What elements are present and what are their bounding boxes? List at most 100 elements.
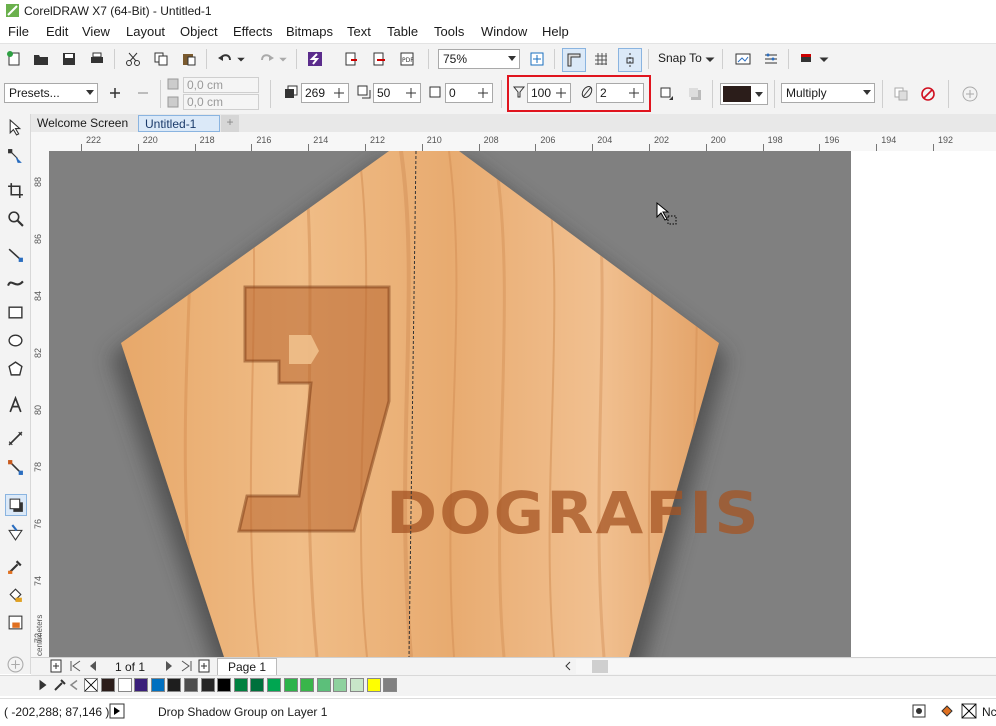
first-page-icon[interactable] [67, 657, 83, 675]
horizontal-scrollbar[interactable] [576, 659, 996, 674]
stepper-icon[interactable] [476, 86, 490, 100]
copy-icon[interactable] [150, 48, 172, 70]
color-swatch[interactable] [300, 678, 315, 692]
redo-icon[interactable] [256, 48, 278, 70]
polygon-tool-icon[interactable] [5, 358, 25, 378]
paste-icon[interactable] [178, 48, 200, 70]
presets-combo[interactable]: Presets... [4, 83, 98, 103]
fill-bucket-icon[interactable] [938, 702, 956, 720]
snap-to-dropdown-icon[interactable] [704, 48, 716, 70]
ellipse-tool-icon[interactable] [5, 330, 25, 350]
color-swatch[interactable] [350, 678, 364, 692]
export-icon[interactable] [368, 48, 390, 70]
shadow-opacity-field[interactable]: 100 [527, 83, 571, 103]
y-position-field[interactable]: 0,0 cm [183, 94, 259, 110]
menu-effects[interactable]: Effects [233, 24, 273, 39]
launcher-dropdown-icon[interactable] [818, 48, 830, 70]
add-tool-icon[interactable] [5, 654, 25, 674]
stepper-icon[interactable] [332, 86, 346, 100]
color-swatch[interactable] [267, 678, 281, 692]
add-page-before-icon[interactable] [47, 657, 65, 675]
stepper-icon[interactable] [404, 86, 418, 100]
menu-edit[interactable]: Edit [46, 24, 68, 39]
zoom-level-combo[interactable]: 75% [438, 49, 520, 69]
last-page-icon[interactable] [179, 657, 195, 675]
options-icon[interactable] [760, 48, 782, 70]
tab-welcome-screen[interactable]: Welcome Screen [31, 115, 137, 132]
artistic-media-tool-icon[interactable] [5, 273, 25, 293]
feathering-edges-icon[interactable] [684, 83, 706, 105]
color-swatch[interactable] [250, 678, 265, 692]
welcome-screen-icon[interactable] [732, 48, 754, 70]
no-fill-icon[interactable] [960, 702, 978, 720]
color-swatch[interactable] [184, 678, 198, 692]
application-launcher-icon[interactable] [796, 48, 818, 70]
scrollbar-thumb[interactable] [592, 660, 608, 673]
menu-tools[interactable]: Tools [434, 24, 464, 39]
menu-object[interactable]: Object [180, 24, 218, 39]
color-swatch[interactable] [134, 678, 149, 692]
clear-shadow-icon[interactable] [917, 83, 939, 105]
cut-icon[interactable] [122, 48, 144, 70]
horizontal-ruler[interactable]: 222 220 218 216 214 212 210 208 206 204 202 200 198 1… [31, 132, 996, 152]
zoom-fit-icon[interactable] [526, 48, 548, 70]
color-swatch[interactable] [366, 678, 381, 692]
menu-help[interactable]: Help [542, 24, 569, 39]
feathering-direction-icon[interactable] [656, 83, 678, 105]
color-swatch[interactable] [200, 678, 215, 692]
undo-dropdown-icon[interactable] [236, 48, 246, 70]
palette-scroll-left-icon[interactable] [68, 675, 80, 695]
menu-window[interactable]: Window [481, 24, 527, 39]
parallel-dimension-tool-icon[interactable] [5, 428, 25, 448]
blend-mode-combo[interactable]: Multiply [781, 83, 875, 103]
x-position-field[interactable]: 0,0 cm [183, 77, 259, 93]
copy-shadow-properties-icon[interactable] [890, 83, 912, 105]
document-color-settings-icon[interactable] [910, 702, 928, 720]
drawing-canvas[interactable]: DOGRAFIS [49, 151, 996, 657]
snap-to-label[interactable]: Snap To [658, 51, 702, 65]
shadow-fade-field[interactable]: 0 [445, 83, 493, 103]
publish-pdf-icon[interactable]: PDF [396, 48, 418, 70]
menu-table[interactable]: Table [387, 24, 418, 39]
color-swatch[interactable] [167, 678, 182, 692]
menu-bitmaps[interactable]: Bitmaps [286, 24, 333, 39]
zoom-tool-icon[interactable] [5, 208, 25, 228]
remove-preset-icon[interactable] [132, 82, 154, 104]
text-tool-icon[interactable] [5, 394, 25, 414]
crop-tool-icon[interactable] [5, 180, 25, 200]
show-grid-icon[interactable] [590, 48, 612, 70]
menu-layout[interactable]: Layout [126, 24, 165, 39]
drop-shadow-tool-icon[interactable] [5, 494, 27, 516]
palette-menu-icon[interactable] [36, 675, 50, 695]
color-eyedropper-tool-icon[interactable] [5, 556, 25, 576]
undo-icon[interactable] [214, 48, 236, 70]
add-preset-icon[interactable] [104, 82, 126, 104]
color-swatch[interactable] [150, 678, 165, 692]
save-icon[interactable] [58, 48, 80, 70]
color-swatch[interactable] [101, 678, 115, 692]
tab-untitled-1[interactable]: Untitled-1 [138, 115, 220, 132]
import-icon[interactable] [340, 48, 362, 70]
vertical-ruler[interactable]: centimeters 88 86 84 82 80 78 76 74 72 [31, 151, 50, 657]
add-toolbar-item-icon[interactable] [959, 83, 981, 105]
interactive-fill-tool-icon[interactable] [5, 584, 25, 604]
color-swatch[interactable] [117, 678, 132, 692]
shadow-distance-field[interactable]: 50 [373, 83, 421, 103]
new-tab-button[interactable]: + [221, 115, 239, 132]
new-document-icon[interactable] [3, 48, 25, 70]
smart-fill-tool-icon[interactable] [5, 612, 25, 632]
print-icon[interactable] [86, 48, 108, 70]
shadow-color-picker[interactable] [720, 83, 768, 105]
redo-dropdown-icon[interactable] [278, 48, 288, 70]
stepper-icon[interactable] [627, 86, 641, 100]
next-page-icon[interactable] [161, 657, 177, 675]
rectangle-tool-icon[interactable] [5, 302, 25, 322]
color-swatch[interactable] [217, 678, 232, 692]
connector-tool-icon[interactable] [5, 457, 25, 477]
transparency-tool-icon[interactable] [5, 522, 25, 542]
shape-tool-icon[interactable] [5, 146, 25, 166]
color-swatch[interactable] [316, 678, 331, 692]
color-swatch[interactable] [333, 678, 348, 692]
add-page-after-icon[interactable] [195, 657, 213, 675]
open-folder-icon[interactable] [30, 48, 52, 70]
